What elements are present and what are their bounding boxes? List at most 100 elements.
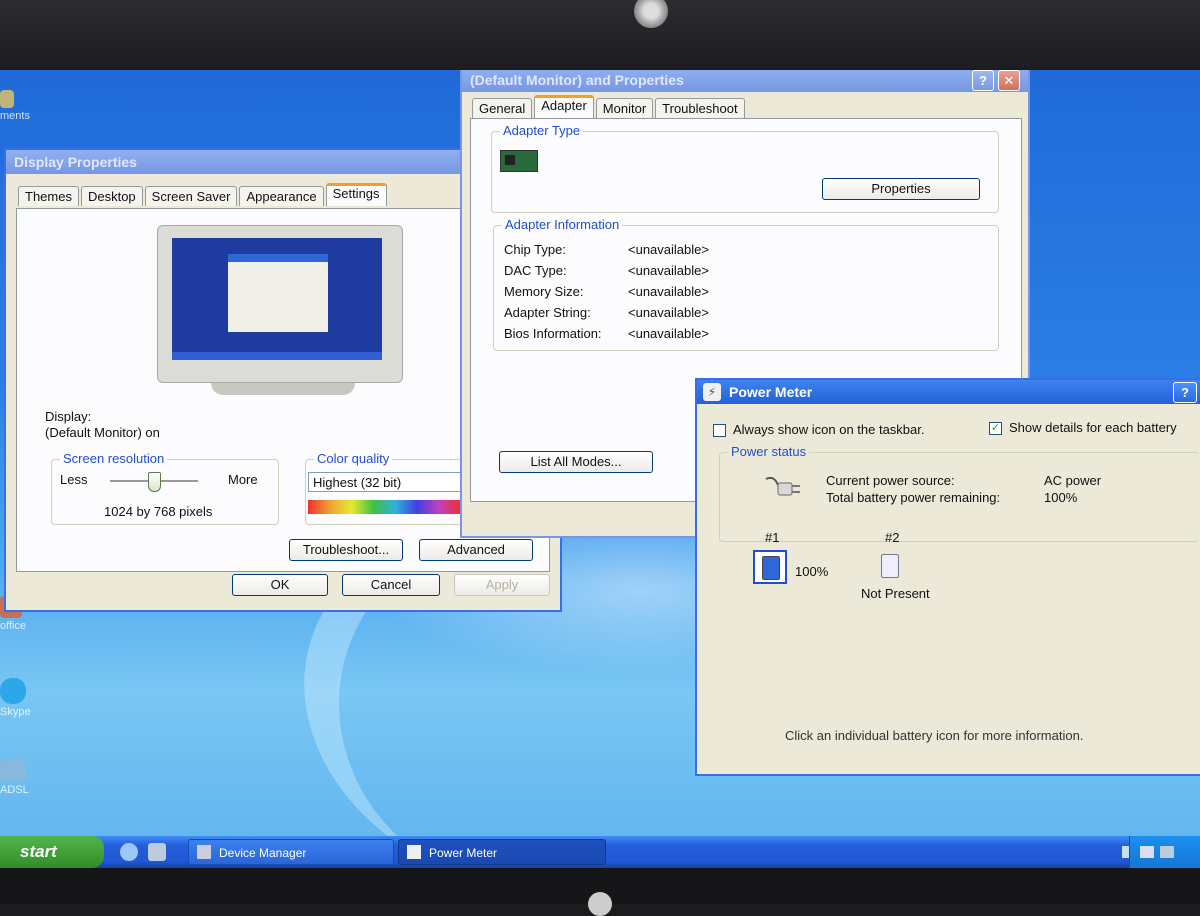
always-show-checkbox[interactable] <box>713 424 726 437</box>
network-tray-icon[interactable] <box>1160 846 1174 858</box>
memory-size-value: <unavailable> <box>628 284 709 299</box>
start-button[interactable]: start <box>0 836 104 868</box>
bios-information-value: <unavailable> <box>628 326 709 341</box>
power-status-group: Power status Current power source: AC po… <box>719 444 1199 542</box>
chip-type-key: Chip Type: <box>504 242 566 257</box>
task-power-meter[interactable]: Power Meter <box>398 839 606 865</box>
troubleshoot-button[interactable]: Troubleshoot... <box>289 539 403 561</box>
adapter-information-group: Adapter Information Chip Type: <unavaila… <box>493 217 999 351</box>
power-tray-icon[interactable] <box>1140 846 1154 858</box>
battery-2-button[interactable] <box>873 550 907 584</box>
tab-troubleshoot[interactable]: Troubleshoot <box>655 98 745 118</box>
tab-settings[interactable]: Settings <box>325 183 387 206</box>
tab-adapter[interactable]: Adapter <box>534 95 594 118</box>
desktop-icon-documents[interactable]: ments <box>0 90 60 122</box>
resolution-less-label: Less <box>60 472 88 487</box>
power-meter-titlebar[interactable]: ⚡ Power Meter ? <box>697 380 1200 404</box>
battery-1-button[interactable] <box>753 550 787 584</box>
resolution-slider-thumb[interactable] <box>148 472 161 492</box>
battery-remaining-key: Total battery power remaining: <box>826 490 1001 505</box>
desktop-icon-skype[interactable]: Skype <box>0 678 60 718</box>
desktop-icon-label: ADSL <box>0 784 29 796</box>
tab-monitor[interactable]: Monitor <box>595 98 654 118</box>
apply-button[interactable]: Apply <box>454 574 550 596</box>
desktop: ments office Skype ADSL Display Properti… <box>0 70 1200 868</box>
close-button[interactable]: ✕ <box>998 70 1020 91</box>
laptop-bezel-top <box>0 0 1200 70</box>
tab-general[interactable]: General <box>472 98 533 118</box>
computer-icon <box>197 845 211 859</box>
battery-hint: Click an individual battery icon for mor… <box>785 728 1084 743</box>
show-details-checkbox[interactable]: ✓ <box>989 422 1002 435</box>
list-all-modes-button[interactable]: List All Modes... <box>499 451 653 473</box>
power-source-key: Current power source: <box>826 473 955 488</box>
adapter-information-label: Adapter Information <box>502 217 623 232</box>
color-quality-label: Color quality <box>314 451 393 466</box>
adapter-type-group: Adapter Type Properties <box>491 123 999 213</box>
power-meter-window: ⚡ Power Meter ? Always show icon on the … <box>695 378 1200 776</box>
help-button[interactable]: ? <box>972 70 994 91</box>
ac-plug-icon <box>764 473 804 501</box>
show-details-label: Show details for each battery <box>1009 420 1177 435</box>
battery-2-empty-icon <box>881 554 899 578</box>
advanced-button[interactable]: Advanced <box>419 539 533 561</box>
resolution-more-label: More <box>228 472 258 487</box>
screen-resolution-group: Screen resolution Less More 1024 by 768 … <box>51 451 279 525</box>
dac-type-value: <unavailable> <box>628 263 709 278</box>
folder-icon <box>0 90 14 108</box>
power-plug-icon: ⚡ <box>703 383 721 401</box>
preview-window <box>228 254 328 332</box>
quick-launch-desktop-icon[interactable] <box>148 843 166 861</box>
battery-1-icon <box>762 556 780 580</box>
cancel-button[interactable]: Cancel <box>342 574 440 596</box>
task-label: Device Manager <box>219 846 307 860</box>
screen-resolution-label: Screen resolution <box>60 451 168 466</box>
battery-2-id: #2 <box>885 530 900 545</box>
network-icon <box>0 760 26 782</box>
desktop-icon-label: office <box>0 620 27 632</box>
adapter-chip <box>505 155 515 165</box>
hp-logo-icon <box>588 892 612 916</box>
desktop-icon-label: Skype <box>0 706 31 718</box>
help-button[interactable]: ? <box>1173 382 1197 403</box>
chip-type-value: <unavailable> <box>628 242 709 257</box>
display-value: (Default Monitor) on <box>45 425 160 440</box>
window-title: Display Properties <box>14 154 137 170</box>
window-title: Power Meter <box>729 384 813 400</box>
always-show-label: Always show icon on the taskbar. <box>733 422 925 437</box>
laptop-bezel-bottom <box>0 868 1200 916</box>
adapter-properties-button[interactable]: Properties <box>822 178 980 200</box>
skype-icon <box>0 678 26 704</box>
desktop-icon-label: ments <box>0 110 30 122</box>
power-source-value: AC power <box>1044 473 1102 488</box>
battery-remaining-value: 100% <box>1044 490 1078 505</box>
monitor-preview-screen <box>172 238 382 360</box>
desktop-icon-adsl[interactable]: ADSL <box>0 760 60 796</box>
tab-desktop[interactable]: Desktop <box>80 186 143 206</box>
display-label: Display: <box>45 409 92 424</box>
preview-taskbar <box>172 352 382 360</box>
battery-1-value: 100% <box>795 564 829 579</box>
monitor-stand <box>211 383 355 395</box>
task-device-manager[interactable]: Device Manager <box>188 839 394 865</box>
battery-2-value: Not Present <box>861 586 930 601</box>
monitor-preview <box>157 225 403 383</box>
tab-appearance[interactable]: Appearance <box>239 186 324 206</box>
monitor-properties-titlebar[interactable]: (Default Monitor) and Properties ? ✕ <box>462 70 1028 92</box>
color-quality-value: Highest (32 bit) <box>313 475 402 490</box>
task-label: Power Meter <box>429 846 498 860</box>
monitor-properties-tabs: General Adapter Monitor Troubleshoot <box>472 95 745 118</box>
quick-launch-ie-icon[interactable] <box>120 843 138 861</box>
battery-1-id: #1 <box>765 530 780 545</box>
resolution-value: 1024 by 768 pixels <box>104 504 213 519</box>
ok-button[interactable]: OK <box>232 574 328 596</box>
adapter-string-key: Adapter String: <box>504 305 591 320</box>
memory-size-key: Memory Size: <box>504 284 584 299</box>
tab-themes[interactable]: Themes <box>18 186 79 206</box>
dac-type-key: DAC Type: <box>504 263 567 278</box>
tab-screen-saver[interactable]: Screen Saver <box>144 186 238 206</box>
power-status-label: Power status <box>728 444 810 459</box>
adapter-card-icon <box>500 150 538 172</box>
adapter-type-label: Adapter Type <box>500 123 584 138</box>
taskbar: start Device Manager Power Meter <box>0 836 1200 868</box>
